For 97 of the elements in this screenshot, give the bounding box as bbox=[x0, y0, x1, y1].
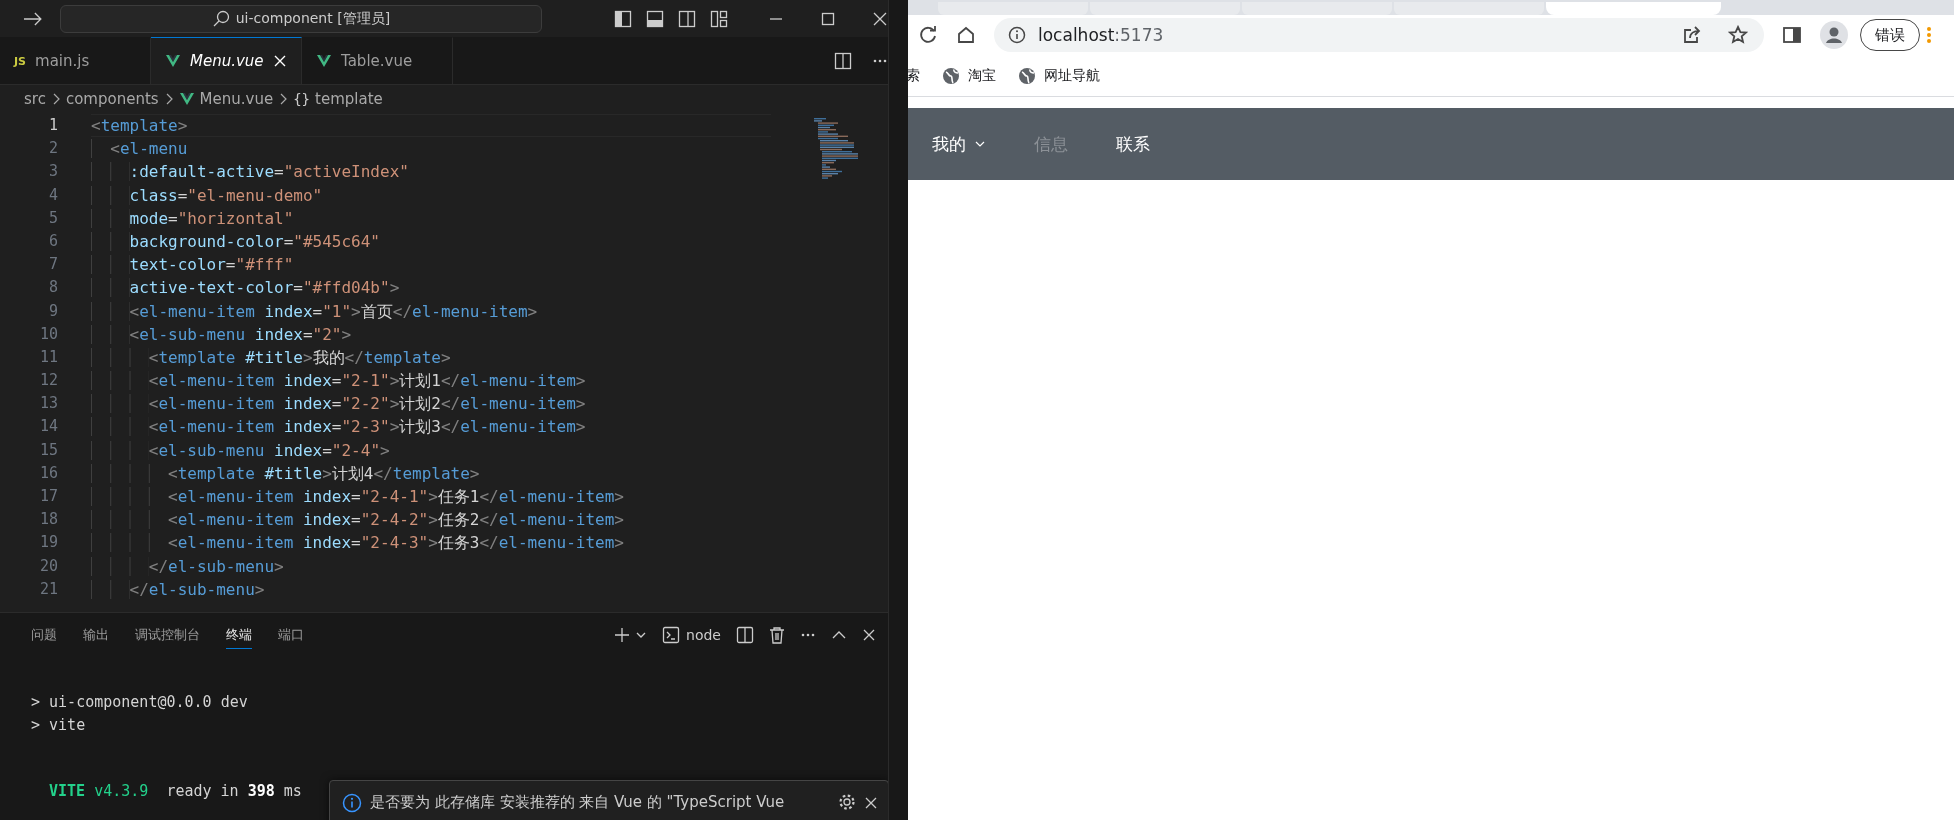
line-number: 16 bbox=[38, 462, 58, 484]
sidebar-layout-icon[interactable] bbox=[614, 9, 632, 28]
gear-icon[interactable] bbox=[838, 793, 856, 811]
panel-tab[interactable]: 终端 bbox=[226, 621, 252, 649]
chevron-right-icon bbox=[278, 91, 289, 106]
vue-file-icon bbox=[165, 53, 181, 69]
line-number: 12 bbox=[38, 370, 58, 392]
forward-arrow-icon[interactable] bbox=[22, 10, 44, 27]
breadcrumb-item[interactable]: src bbox=[24, 89, 46, 108]
breadcrumb-item[interactable]: Menu.vue bbox=[199, 89, 274, 108]
panel-tab[interactable]: 输出 bbox=[83, 621, 109, 649]
line-number: 2 bbox=[47, 138, 58, 160]
vue-file-icon bbox=[178, 90, 195, 107]
home-icon[interactable] bbox=[956, 25, 976, 45]
code-line: <el-menu-item index="2-3">计划3</el-menu-item> bbox=[91, 417, 586, 437]
code-line: </el-sub-menu> bbox=[91, 556, 284, 576]
line-number: 8 bbox=[47, 277, 58, 299]
close-icon[interactable] bbox=[862, 628, 876, 642]
breadcrumb-item[interactable]: components bbox=[65, 89, 159, 108]
maximize-icon[interactable] bbox=[820, 10, 836, 27]
menu-item[interactable]: 联系 bbox=[1092, 132, 1174, 156]
line-number: 7 bbox=[47, 254, 58, 276]
line-number: 13 bbox=[38, 393, 58, 415]
panel-tab[interactable]: 调试控制台 bbox=[135, 621, 200, 649]
menu-item[interactable]: 我的 bbox=[908, 132, 1010, 156]
info-icon bbox=[342, 793, 362, 813]
code-line: <el-sub-menu index="2-4"> bbox=[91, 440, 390, 460]
line-number: 5 bbox=[47, 207, 58, 229]
code-line: <el-menu-item index="2-4-3">任务3</el-menu-item> bbox=[91, 533, 624, 553]
terminal-line: > ui-component@0.0.0 dev bbox=[31, 692, 248, 713]
avatar-icon[interactable] bbox=[1820, 21, 1848, 49]
line-number: 21 bbox=[38, 578, 58, 600]
breadcrumb-item[interactable]: template bbox=[315, 89, 383, 108]
close-icon[interactable] bbox=[872, 10, 888, 27]
terminal-icon bbox=[662, 626, 681, 644]
close-icon[interactable] bbox=[864, 796, 878, 810]
line-number: 14 bbox=[38, 416, 58, 438]
globe-icon bbox=[1018, 66, 1036, 85]
vue-file-icon bbox=[316, 53, 332, 69]
trash-icon[interactable] bbox=[769, 626, 785, 644]
code-line: <el-sub-menu index="2"> bbox=[91, 324, 352, 344]
share-icon[interactable] bbox=[1682, 25, 1702, 45]
code-line: <el-menu bbox=[91, 139, 188, 159]
address-field[interactable]: localhost:5173 bbox=[994, 18, 1764, 52]
bookmark[interactable]: 网址导航 bbox=[1018, 66, 1100, 85]
profile-error-button[interactable]: 错误 bbox=[1860, 19, 1920, 51]
code-line: <el-menu-item index="1">首页</el-menu-item> bbox=[91, 301, 538, 321]
code-line: <template> bbox=[91, 116, 188, 135]
terminal-line: > vite bbox=[31, 715, 86, 736]
code-line: :default-active="activeIndex" bbox=[91, 162, 409, 182]
side-panel-icon[interactable] bbox=[1782, 25, 1802, 45]
line-number: 19 bbox=[38, 532, 58, 554]
code-line: background-color="#545c64" bbox=[91, 231, 380, 251]
command-center-field[interactable]: ui-component [管理员] bbox=[59, 4, 542, 33]
code-line: <template #title>我的</template> bbox=[91, 347, 451, 367]
line-number: 1 bbox=[47, 115, 58, 136]
braces-icon: {} bbox=[293, 90, 311, 107]
code-line: <template #title>计划4</template> bbox=[91, 463, 480, 483]
line-number: 9 bbox=[47, 300, 58, 322]
globe-icon bbox=[942, 66, 960, 85]
star-icon[interactable] bbox=[1728, 25, 1748, 45]
split-layout-icon[interactable] bbox=[678, 9, 696, 28]
panel-tab[interactable]: 问题 bbox=[31, 621, 57, 649]
panel-tab[interactable]: 端口 bbox=[278, 621, 304, 649]
search-icon bbox=[211, 9, 230, 28]
code-line: <el-menu-item index="2-2">计划2</el-menu-item> bbox=[91, 394, 586, 414]
line-number: 11 bbox=[38, 346, 58, 368]
reload-icon[interactable] bbox=[918, 25, 938, 45]
line-number: 4 bbox=[47, 184, 58, 206]
editor-tab[interactable]: Menu.vue bbox=[151, 37, 302, 84]
code-line: active-text-color="#ffd04b"> bbox=[91, 278, 400, 298]
js-file-icon: JS bbox=[14, 54, 26, 68]
line-number: 18 bbox=[38, 509, 58, 531]
terminal-selector[interactable]: node bbox=[662, 626, 721, 644]
line-number: 20 bbox=[38, 555, 58, 577]
layout-grid-icon[interactable] bbox=[710, 9, 728, 28]
code-line: mode="horizontal" bbox=[91, 208, 294, 228]
bookmark[interactable]: 淘宝 bbox=[942, 66, 996, 85]
code-line: <el-menu-item index="2-4-2">任务2</el-menu-item> bbox=[91, 510, 624, 530]
line-number: 6 bbox=[47, 230, 58, 252]
line-number: 10 bbox=[38, 323, 58, 345]
plus-icon[interactable] bbox=[614, 627, 631, 643]
code-line: <el-menu-item index="2-4-1">任务1</el-menu-item> bbox=[91, 487, 624, 506]
line-number: 17 bbox=[38, 486, 58, 507]
editor-tab[interactable]: Table.vue bbox=[302, 37, 453, 84]
code-line: <el-menu-item index="2-1">计划1</el-menu-item> bbox=[91, 371, 586, 391]
line-number: 3 bbox=[47, 161, 58, 183]
line-number: 15 bbox=[38, 439, 58, 461]
terminal-line: VITE v4.3.9 ready in 398 ms bbox=[48, 781, 302, 802]
notification-text: 是否要为 此存储库 安装推荐的 来自 Vue 的 "TypeScript Vue bbox=[370, 793, 785, 812]
info-icon bbox=[1008, 26, 1026, 44]
code-line: </el-sub-menu> bbox=[91, 579, 265, 599]
code-line: text-color="#fff" bbox=[91, 255, 294, 275]
split-terminal-icon[interactable] bbox=[736, 626, 754, 644]
code-line: class="el-menu-demo" bbox=[91, 185, 323, 205]
split-editor-icon[interactable] bbox=[834, 51, 852, 70]
panel-layout-icon[interactable] bbox=[646, 9, 664, 28]
